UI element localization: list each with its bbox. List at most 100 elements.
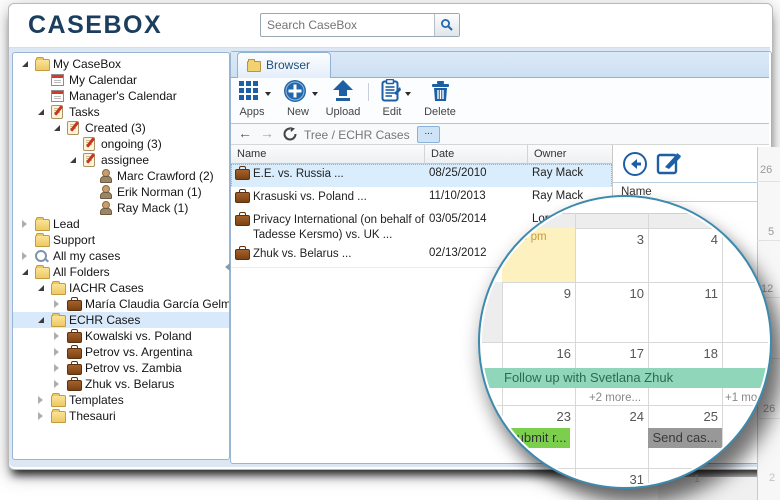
new-button[interactable]: New <box>276 79 320 121</box>
grid-line <box>482 468 768 469</box>
sidebar-item-label: Petrov vs. Argentina <box>85 345 193 359</box>
search-button[interactable] <box>434 14 459 36</box>
sidebar-item-lead[interactable]: Lead <box>13 216 229 232</box>
expand-arrow-icon[interactable] <box>54 332 59 340</box>
delete-button[interactable]: Delete <box>416 79 464 121</box>
edit-button[interactable]: Edit <box>372 79 412 121</box>
sidebar-item-petrov-vs-argentina[interactable]: Petrov vs. Argentina <box>13 344 229 360</box>
sidebar-item-created-3[interactable]: Created (3) <box>13 120 229 136</box>
expand-arrow-icon[interactable] <box>38 412 43 420</box>
preview-edit-button[interactable] <box>656 151 682 177</box>
expand-arrow-icon[interactable] <box>22 220 27 228</box>
sidebar-item-label: assignee <box>101 153 150 167</box>
event-submit[interactable]: Submit r... <box>484 428 570 448</box>
magnifier-bubble: 6:56 pm 3 4 9 10 11 16 17 18 23 24 25 31 Follow up … <box>478 195 772 489</box>
grid-line <box>575 213 576 485</box>
back-circle-icon <box>623 152 647 176</box>
more-events-link[interactable]: +2 more... <box>582 392 648 404</box>
sidebar-item-ongoing-3[interactable]: ongoing (3) <box>13 136 229 152</box>
sidebar-item-label: My CaseBox <box>53 57 122 71</box>
case-icon <box>67 361 82 375</box>
calendar-weekday-band <box>482 213 768 229</box>
event-time: 6:56 pm <box>505 231 547 243</box>
user-icon <box>99 201 112 215</box>
sidebar-item-templates[interactable]: Templates <box>13 392 229 408</box>
sidebar-item-manager-s-calendar[interactable]: Manager's Calendar <box>13 88 229 104</box>
magnified-calendar: 6:56 pm 3 4 9 10 11 16 17 18 23 24 25 31 Follow up … <box>482 199 768 485</box>
table-row[interactable]: Krasuski vs. Poland ... 11/10/2013 Ray Mac… <box>231 187 612 211</box>
more-events-link[interactable]: +1 mor <box>725 392 761 404</box>
expand-arrow-icon[interactable] <box>38 396 43 404</box>
sidebar-item-thesauri[interactable]: Thesauri <box>13 408 229 424</box>
collapse-arrow-icon[interactable] <box>38 109 44 115</box>
preview-back-button[interactable] <box>622 151 648 177</box>
sidebar-item-label: My Calendar <box>69 73 138 87</box>
sidebar-item-all-my-cases[interactable]: All my cases <box>13 248 229 264</box>
sidebar-item-echr-cases[interactable]: ECHR Cases <box>13 312 229 328</box>
task-icon <box>67 121 79 135</box>
expand-arrow-icon[interactable] <box>54 300 59 308</box>
expand-arrow-icon[interactable] <box>22 252 27 260</box>
user-icon <box>99 185 112 199</box>
task-icon <box>83 153 95 167</box>
collapse-arrow-icon[interactable] <box>54 125 60 131</box>
event-follow-up[interactable]: Follow up with Svetlana Zhuk <box>482 368 768 388</box>
sidebar-item-erik-norman-1[interactable]: Erik Norman (1) <box>13 184 229 200</box>
forward-arrow[interactable]: → <box>260 126 274 140</box>
case-icon <box>235 166 250 180</box>
screenshot-stage: CASEBOX My CaseBox My Calendar Manager's C… <box>0 0 780 500</box>
tab-label: Browser <box>266 58 311 72</box>
sidebar-item-label: Kowalski vs. Poland <box>85 329 192 343</box>
sidebar-item-marc-crawford-2[interactable]: Marc Crawford (2) <box>13 168 229 184</box>
collapse-arrow-icon[interactable] <box>70 157 76 163</box>
column-header-name[interactable]: Name <box>231 145 425 164</box>
upload-label: Upload <box>325 106 361 118</box>
breadcrumb[interactable]: Tree / ECHR Cases <box>304 128 410 142</box>
apps-grid-icon <box>239 81 258 100</box>
calendar-date: 10 <box>629 286 644 301</box>
sidebar-item-tasks[interactable]: Tasks <box>13 104 229 120</box>
column-header-date[interactable]: Date <box>425 145 528 164</box>
sidebar-item-label: ECHR Cases <box>69 313 141 327</box>
collapse-arrow-icon[interactable] <box>38 285 44 291</box>
sidebar-item-petrov-vs-zambia[interactable]: Petrov vs. Zambia <box>13 360 229 376</box>
folder-icon <box>35 217 50 231</box>
sidebar-item-my-casebox[interactable]: My CaseBox <box>13 56 229 72</box>
folder-icon <box>35 233 50 247</box>
sidebar-item-ray-mack-1[interactable]: Ray Mack (1) <box>13 200 229 216</box>
table-row[interactable]: E.E. vs. Russia ... 08/25/2010 Ray Mack <box>231 164 612 188</box>
case-icon <box>67 329 82 343</box>
event-send-case[interactable]: Send cas... <box>648 428 722 448</box>
sidebar-item-assignee[interactable]: assignee <box>13 152 229 168</box>
expand-arrow-icon[interactable] <box>54 364 59 372</box>
back-arrow[interactable]: ← <box>238 126 252 140</box>
highlighted-day-cell[interactable]: 6:56 pm <box>502 228 575 282</box>
tab-browser[interactable]: Browser <box>237 52 331 78</box>
refresh-icon[interactable] <box>283 127 297 141</box>
column-header-owner[interactable]: Owner <box>528 145 613 164</box>
grid-line <box>482 405 768 406</box>
new-label: New <box>286 106 309 118</box>
collapse-arrow-icon[interactable] <box>38 317 44 323</box>
grid-line <box>482 282 768 283</box>
upload-button[interactable]: Upload <box>320 79 366 121</box>
case-icon <box>67 345 82 359</box>
sidebar-item-kowalski-vs-poland[interactable]: Kowalski vs. Poland <box>13 328 229 344</box>
collapse-arrow-icon[interactable] <box>22 269 28 275</box>
collapse-arrow-icon[interactable] <box>22 61 28 67</box>
calendar-date: 25 <box>703 409 718 424</box>
sidebar-item-support[interactable]: Support <box>13 232 229 248</box>
edge-grid-line <box>757 181 780 182</box>
case-icon <box>67 297 82 311</box>
sidebar-item-mar-a-claudia-garc-a-gelman-vs[interactable]: María Claudia García Gelman vs. <box>13 296 229 312</box>
expand-arrow-icon[interactable] <box>54 348 59 356</box>
sidebar-item-iachr-cases[interactable]: IACHR Cases <box>13 280 229 296</box>
sidebar-item-my-calendar[interactable]: My Calendar <box>13 72 229 88</box>
expand-arrow-icon[interactable] <box>54 380 59 388</box>
breadcrumb-more-button[interactable]: ... <box>417 126 440 143</box>
calendar-date: 17 <box>629 346 644 361</box>
sidebar-item-zhuk-vs-belarus[interactable]: Zhuk vs. Belarus <box>13 376 229 392</box>
apps-button[interactable]: Apps <box>230 79 274 121</box>
search-input[interactable] <box>265 15 433 35</box>
sidebar-item-all-folders[interactable]: All Folders <box>13 264 229 280</box>
